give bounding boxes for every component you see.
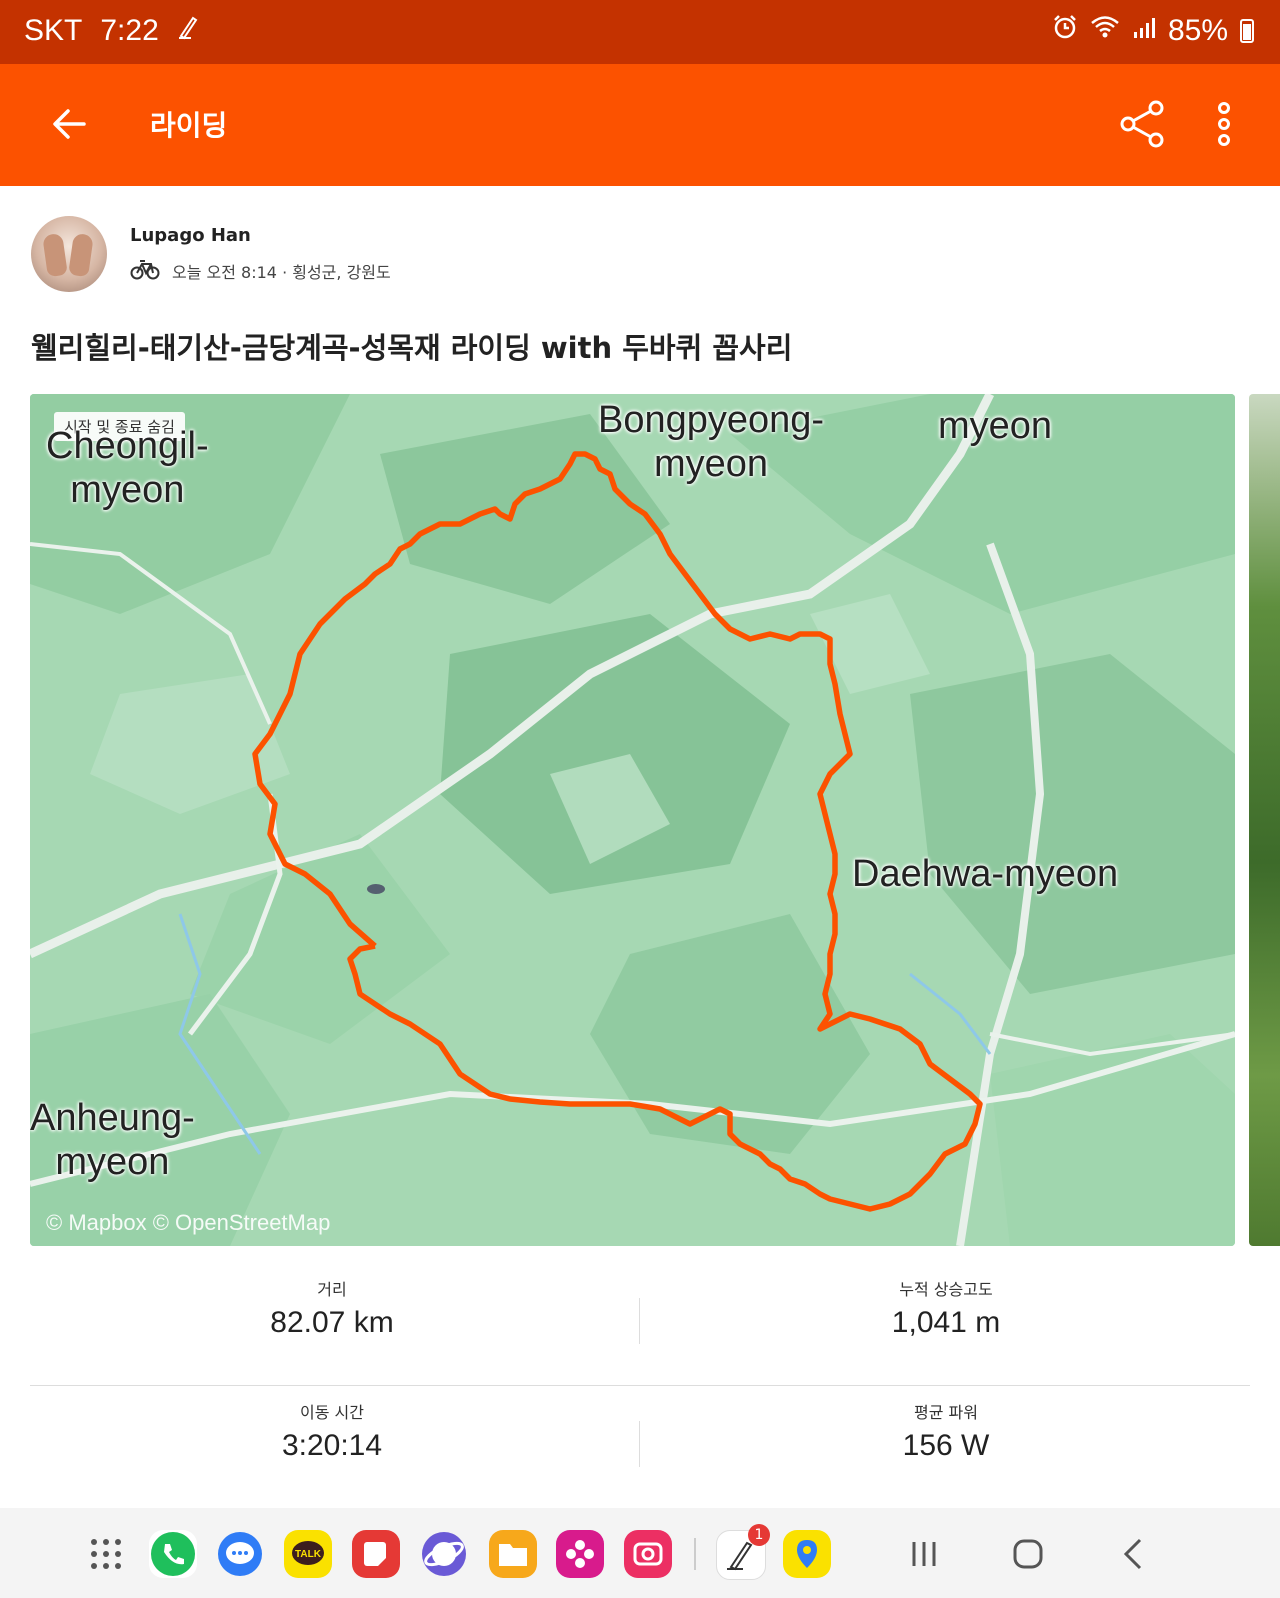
route-map[interactable]: 시작 및 종료 숨김 Cheongil-myeon Bongpyeong-mye… xyxy=(30,394,1235,1246)
svg-text:TALK: TALK xyxy=(295,1549,322,1560)
athlete-name[interactable]: Lupago Han xyxy=(130,225,251,246)
camera-app-icon[interactable] xyxy=(624,1530,672,1578)
back-arrow-icon[interactable] xyxy=(50,104,90,144)
avatar[interactable] xyxy=(31,216,107,292)
more-options-icon[interactable] xyxy=(1210,100,1238,148)
map-label-anheung: Anheung-myeon xyxy=(30,1097,195,1183)
notification-badge: 1 xyxy=(748,1524,770,1546)
map-label-bongpyeong: Bongpyeong-myeon xyxy=(598,399,825,485)
gallery-app-icon[interactable] xyxy=(556,1530,604,1578)
alarm-icon xyxy=(1052,14,1078,48)
kakaotalk-app-icon[interactable]: TALK xyxy=(284,1530,332,1578)
back-nav-icon[interactable] xyxy=(1110,1530,1158,1578)
messages-app-icon[interactable] xyxy=(216,1530,264,1578)
map-label-daehwa: Daehwa-myeon xyxy=(852,853,1119,895)
stat-avg-power: 평균 파워 156 W xyxy=(626,1399,1266,1463)
map-terrain xyxy=(30,394,1235,1246)
stat-value: 82.07 km xyxy=(270,1306,394,1339)
wifi-icon xyxy=(1090,14,1120,48)
bicycle-icon xyxy=(130,258,160,284)
recent-apps-icon[interactable] xyxy=(900,1530,948,1578)
my-files-app-icon[interactable] xyxy=(489,1530,537,1578)
map-label-bongpyeong-east: myeon xyxy=(938,405,1053,447)
battery-percent: 85% xyxy=(1167,14,1228,47)
activity-date-location: 오늘 오전 8:14 · 횡성군, 강원도 xyxy=(172,263,391,282)
signal-icon xyxy=(1132,14,1156,48)
stats-row-divider xyxy=(30,1385,1250,1386)
activity-title: 웰리힐리-태기산-금당계곡-성목재 라이딩 with 두바퀴 꼽사리 xyxy=(31,331,793,365)
kakaomap-app-icon[interactable] xyxy=(783,1530,831,1578)
pen-icon xyxy=(177,14,199,48)
apps-grid-icon[interactable] xyxy=(82,1530,130,1578)
map-label-cheongil: Cheongil-myeon xyxy=(46,425,209,511)
stat-label: 평균 파워 xyxy=(914,1403,978,1422)
stat-elevation: 누적 상승고도 1,041 m xyxy=(626,1276,1266,1340)
dock-divider xyxy=(694,1538,696,1570)
stat-label: 거리 xyxy=(317,1280,347,1299)
stat-value: 156 W xyxy=(902,1429,990,1462)
stat-value: 1,041 m xyxy=(891,1306,1001,1339)
map-attribution[interactable]: © Mapbox © OpenStreetMap xyxy=(46,1210,330,1236)
carrier: SKT xyxy=(24,14,83,47)
taskbar: TALK 1 xyxy=(0,1508,1280,1598)
stat-value: 3:20:14 xyxy=(281,1429,383,1462)
page-title: 라이딩 xyxy=(150,109,228,142)
clock: 7:22 xyxy=(100,14,159,47)
battery-icon xyxy=(1240,19,1254,43)
stat-label: 누적 상승고도 xyxy=(899,1280,993,1299)
photo-thumbnail[interactable] xyxy=(1249,394,1280,1246)
app-bar: 라이딩 xyxy=(0,64,1280,186)
samsung-internet-icon[interactable] xyxy=(420,1530,468,1578)
activity-meta: 오늘 오전 8:14 · 횡성군, 강원도 xyxy=(130,258,391,284)
stat-moving-time: 이동 시간 3:20:14 xyxy=(12,1399,652,1463)
phone-app-icon[interactable] xyxy=(149,1530,197,1578)
status-bar: SKT 7:22 85% xyxy=(0,0,1280,64)
stat-label: 이동 시간 xyxy=(300,1403,364,1422)
home-icon[interactable] xyxy=(1004,1530,1052,1578)
share-icon[interactable] xyxy=(1118,100,1166,148)
stat-distance: 거리 82.07 km xyxy=(12,1276,652,1340)
notes-app-icon[interactable] xyxy=(352,1530,400,1578)
